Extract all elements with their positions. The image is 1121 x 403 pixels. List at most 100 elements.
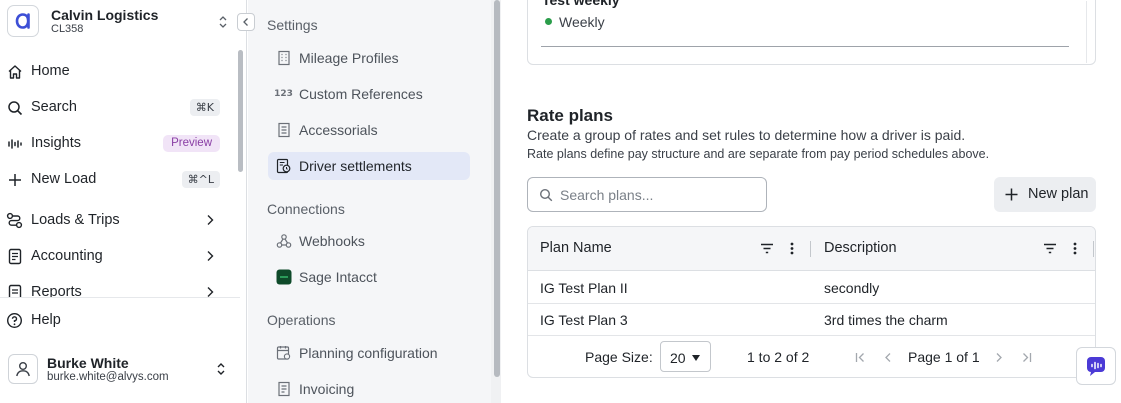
previous-page-icon[interactable] xyxy=(882,350,894,364)
settings-item-webhooks[interactable]: Webhooks xyxy=(268,227,470,255)
preview-badge: Preview xyxy=(163,134,220,152)
pagination-bar: Page Size: 20 1 to 2 of 2 Page 1 of 1 xyxy=(528,336,1095,377)
search-icon xyxy=(6,99,23,116)
nav-insights[interactable]: Insights Preview xyxy=(0,128,228,158)
route-icon xyxy=(6,212,23,229)
main-content: Test weekly Weekly Rate plans Create a g… xyxy=(501,0,1121,403)
org-code: CL358 xyxy=(51,23,84,35)
settings-item-label: Sage Intacct xyxy=(299,269,377,285)
page-size-label: Page Size: xyxy=(585,349,653,365)
insights-icon xyxy=(6,135,23,152)
connections-section-title: Connections xyxy=(267,201,345,217)
settings-item-label: Accessorials xyxy=(299,122,378,138)
settings-item-sage-intacct[interactable]: Sage Intacct xyxy=(268,263,470,291)
sage-logo-icon xyxy=(275,268,292,285)
user-name: Burke White xyxy=(47,355,129,371)
card-divider xyxy=(541,46,1069,47)
settings-item-driver-settlements[interactable]: Driver settlements xyxy=(268,152,470,180)
nav-home-label: Home xyxy=(31,63,70,79)
table-row[interactable]: IG Test Plan 3 3rd times the charm xyxy=(528,304,1095,336)
settings-item-label: Mileage Profiles xyxy=(299,50,399,66)
nav-accounting-label: Accounting xyxy=(31,248,103,264)
page-size-select[interactable]: 20 xyxy=(660,341,711,372)
search-icon xyxy=(539,188,553,202)
column-header-plan-name[interactable]: Plan Name xyxy=(540,240,612,256)
plan-name-cell: IG Test Plan 3 xyxy=(540,312,628,328)
operations-section-title: Operations xyxy=(267,312,336,328)
settings-item-label: Planning configuration xyxy=(299,345,438,361)
column-resize-handle[interactable] xyxy=(1093,241,1094,257)
help-icon xyxy=(6,312,23,329)
chat-assistant-button[interactable] xyxy=(1076,347,1116,385)
last-page-icon[interactable] xyxy=(1020,350,1032,364)
settings-item-mileage-profiles[interactable]: Mileage Profiles xyxy=(268,44,470,72)
rate-plans-note: Rate plans define pay structure and are … xyxy=(527,147,990,161)
list-icon xyxy=(275,121,292,138)
new-plan-button[interactable]: New plan xyxy=(994,177,1096,212)
settings-item-planning-configuration[interactable]: Planning configuration xyxy=(268,339,470,367)
chevron-up-down-icon xyxy=(219,16,227,28)
nav-reports[interactable]: Reports xyxy=(0,277,228,297)
receipt-icon xyxy=(6,248,23,265)
nav-new-load[interactable]: New Load ⌘^L xyxy=(0,164,228,194)
column-header-description[interactable]: Description xyxy=(824,240,897,256)
nav-insights-label: Insights xyxy=(31,135,81,151)
rate-plans-table: Plan Name Description IG Test Plan II se… xyxy=(527,226,1096,378)
invoice-icon xyxy=(275,380,292,397)
user-menu[interactable]: Burke White burke.white@alvys.com xyxy=(6,350,238,390)
settings-item-label: Webhooks xyxy=(299,233,365,249)
column-resize-handle[interactable] xyxy=(810,241,811,257)
column-menu-icon[interactable] xyxy=(785,241,799,256)
pay-period-title: Test weekly xyxy=(542,0,620,8)
nav-search[interactable]: Search ⌘K xyxy=(0,92,228,122)
row-range: 1 to 2 of 2 xyxy=(747,349,810,365)
sidebar-scrollbar[interactable] xyxy=(238,50,243,172)
nav-accounting[interactable]: Accounting xyxy=(0,241,228,271)
user-icon xyxy=(16,362,30,377)
settlement-icon xyxy=(275,157,292,174)
nav-help[interactable]: Help xyxy=(0,305,228,335)
settings-item-custom-references[interactable]: 123 Custom References xyxy=(268,80,470,108)
pay-period-card: Test weekly Weekly xyxy=(527,0,1096,65)
page-indicator: Page 1 of 1 xyxy=(908,349,980,365)
first-page-icon[interactable] xyxy=(854,350,866,364)
scrollbar-thumb[interactable] xyxy=(494,0,500,377)
avatar xyxy=(8,354,38,384)
org-name: Calvin Logistics xyxy=(51,7,159,23)
reports-icon xyxy=(6,284,23,297)
search-plans-input[interactable] xyxy=(560,186,760,204)
nav-reports-label: Reports xyxy=(31,284,82,297)
settings-item-label: Driver settlements xyxy=(299,158,412,174)
app-logo-icon xyxy=(7,5,39,37)
chevron-right-icon xyxy=(207,287,214,297)
column-menu-icon[interactable] xyxy=(1068,241,1082,256)
settings-item-accessorials[interactable]: Accessorials xyxy=(268,116,470,144)
card-scrollbar[interactable] xyxy=(1086,1,1094,63)
nav-search-label: Search xyxy=(31,99,77,115)
home-icon xyxy=(6,63,23,80)
settings-nav: Settings Mileage Profiles 123 Custom Ref… xyxy=(248,0,491,403)
next-page-icon[interactable] xyxy=(993,350,1005,364)
filter-icon[interactable] xyxy=(760,241,774,256)
filter-icon[interactable] xyxy=(1043,241,1057,256)
nav-loads-trips[interactable]: Loads & Trips xyxy=(0,205,228,235)
org-switcher[interactable]: Calvin Logistics CL358 xyxy=(7,4,239,40)
chevron-left-icon xyxy=(243,18,248,26)
plan-name-cell: IG Test Plan II xyxy=(540,280,628,296)
settings-nav-scrollbar[interactable] xyxy=(491,0,501,403)
page-size-value: 20 xyxy=(670,350,686,366)
collapse-sidebar-button[interactable] xyxy=(237,13,255,31)
nav-home[interactable]: Home xyxy=(0,56,228,86)
nav-new-load-label: New Load xyxy=(31,171,97,187)
plus-icon xyxy=(1005,188,1018,201)
app-sidebar: Calvin Logistics CL358 Home Search ⌘K In… xyxy=(0,0,255,403)
chevron-right-icon xyxy=(207,251,214,261)
settings-item-invoicing[interactable]: Invoicing xyxy=(268,375,470,403)
building-icon xyxy=(275,49,292,66)
chevron-up-down-icon xyxy=(217,363,225,375)
chevron-right-icon xyxy=(207,215,214,225)
search-plans-field[interactable] xyxy=(527,177,767,212)
planning-icon xyxy=(275,344,292,361)
table-row[interactable]: IG Test Plan II secondly xyxy=(528,272,1095,304)
user-email: burke.white@alvys.com xyxy=(47,371,169,383)
